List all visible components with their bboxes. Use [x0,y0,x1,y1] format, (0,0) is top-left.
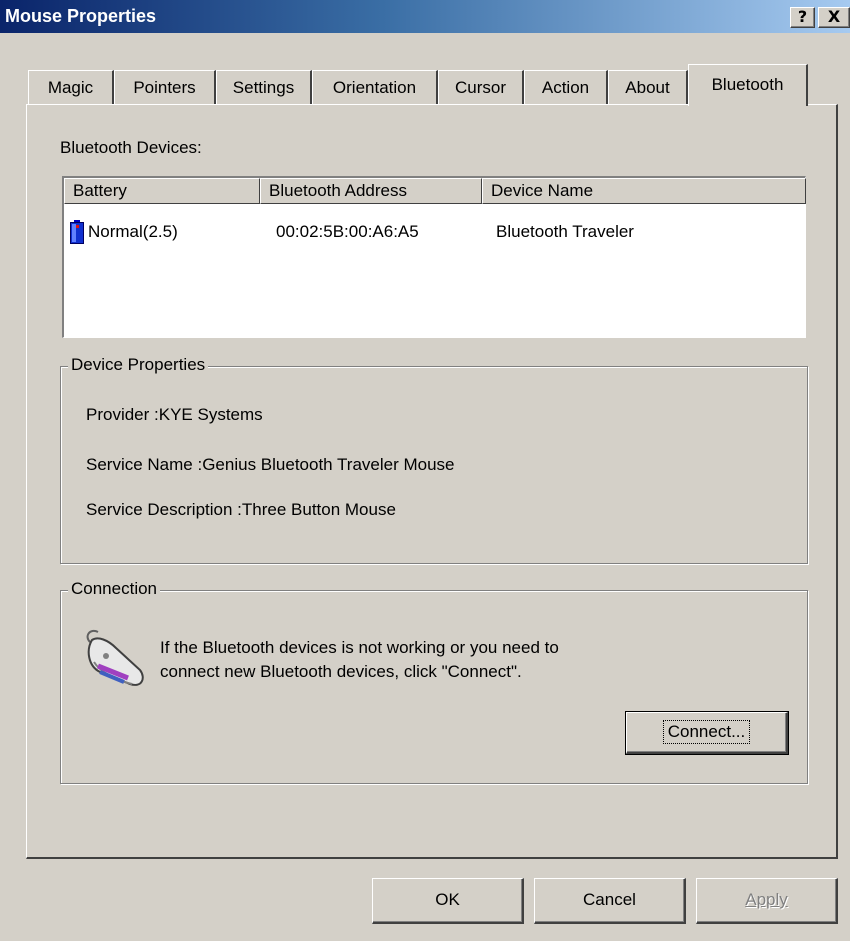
service-name-text: Service Name :Genius Bluetooth Traveler … [86,455,455,474]
bluetooth-address: 00:02:5B:00:A6:A5 [276,222,419,241]
device-name: Bluetooth Traveler [496,222,634,241]
service-description-text: Service Description :Three Button Mouse [86,500,396,519]
column-header-address[interactable]: Bluetooth Address [260,178,482,204]
tab-magic[interactable]: Magic [28,70,114,104]
column-header-device-name[interactable]: Device Name [482,178,806,204]
tab-action[interactable]: Action [524,70,608,104]
connect-button-label: Connect... [662,720,751,744]
device-properties-legend: Device Properties [68,355,209,375]
close-button[interactable]: X [818,7,850,28]
tab-bluetooth[interactable]: Bluetooth [688,64,808,106]
connection-message-line2: connect new Bluetooth devices, click "Co… [160,662,522,681]
tab-about[interactable]: About [608,70,688,104]
help-button[interactable]: ? [790,7,815,28]
column-header-battery[interactable]: Battery [64,178,260,204]
connect-button[interactable]: Connect... [625,711,789,755]
tab-orientation[interactable]: Orientation [312,70,438,104]
connection-message-line1: If the Bluetooth devices is not working … [160,638,559,657]
cancel-button[interactable]: Cancel [534,878,686,924]
tab-pointers[interactable]: Pointers [114,70,216,104]
battery-icon [70,220,84,244]
tab-cursor[interactable]: Cursor [438,70,524,104]
window-title: Mouse Properties [5,6,157,26]
connection-legend: Connection [68,579,161,599]
bluetooth-device-list[interactable]: Battery Bluetooth Address Device Name No… [62,176,806,338]
apply-button[interactable]: Apply [696,878,838,924]
provider-text: Provider :KYE Systems [86,405,263,424]
mouse-icon [80,626,148,690]
apply-button-label: Apply [745,890,788,909]
bluetooth-devices-label: Bluetooth Devices: [60,138,202,157]
title-bar: Mouse Properties ? X [0,0,850,33]
tab-settings[interactable]: Settings [216,70,312,104]
battery-status: Normal(2.5) [88,222,178,241]
connection-group [60,590,808,784]
ok-button[interactable]: OK [372,878,524,924]
